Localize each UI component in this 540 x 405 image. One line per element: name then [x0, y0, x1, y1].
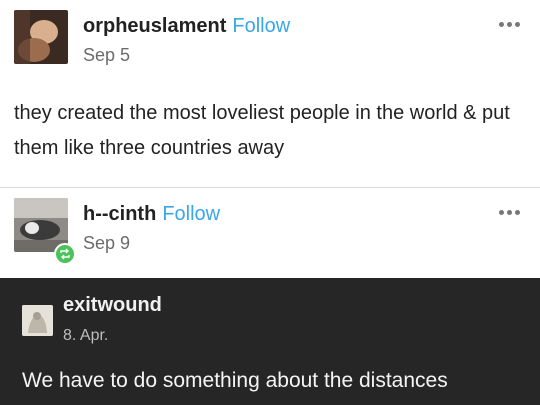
avatar-exitwound[interactable]	[22, 305, 53, 336]
quoted-username[interactable]: exitwound	[63, 294, 162, 317]
post-date[interactable]: Sep 5	[83, 44, 290, 66]
post-meta: orpheuslament Follow Sep 5	[83, 10, 290, 66]
post-text: they created the most loveliest people i…	[14, 102, 510, 159]
username[interactable]: orpheuslament	[83, 15, 226, 37]
follow-button[interactable]: Follow	[162, 203, 220, 225]
reblog-icon	[54, 243, 76, 265]
post-header: orpheuslament Follow Sep 5	[14, 10, 290, 66]
post-h--cinth: h--cinth Follow Sep 9	[0, 188, 540, 278]
quoted-date: 8. Apr.	[63, 327, 109, 344]
post-meta: h--cinth Follow Sep 9	[83, 198, 220, 254]
more-options-icon[interactable]	[499, 210, 520, 215]
username[interactable]: h--cinth	[83, 203, 156, 225]
user-line: h--cinth Follow	[83, 201, 220, 227]
user-line: orpheuslament Follow	[83, 13, 290, 39]
quoted-text: We have to do something about the distan…	[22, 369, 448, 392]
avatar-orpheuslament[interactable]	[14, 10, 68, 64]
follow-button[interactable]: Follow	[232, 15, 290, 37]
post-orpheuslament: orpheuslament Follow Sep 5 they created t…	[0, 0, 540, 188]
quoted-post: exitwound 8. Apr. We have to do somethin…	[0, 278, 540, 405]
post-date[interactable]: Sep 9	[83, 232, 220, 254]
post-header: h--cinth Follow Sep 9	[14, 198, 220, 254]
more-options-icon[interactable]	[499, 22, 520, 27]
